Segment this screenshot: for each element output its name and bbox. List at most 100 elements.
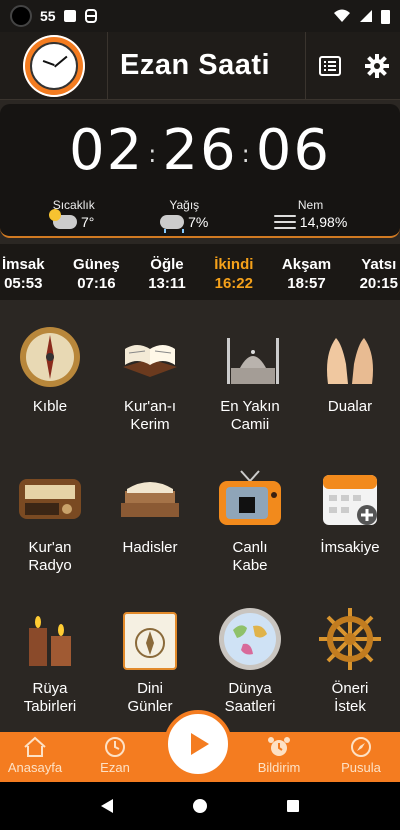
prayer-name: Akşam (281, 256, 332, 273)
tile-canli-kabe[interactable]: Canlı Kabe (200, 445, 300, 586)
tile-label: Canlı Kabe (232, 539, 268, 574)
prayer-name: Öğle (150, 256, 184, 273)
nav-bildirim[interactable]: Bildirim (244, 732, 314, 782)
world-map-icon (217, 606, 283, 672)
candles-icon (17, 606, 83, 672)
humidity: Nem 14,98% (273, 198, 348, 230)
prayer-time: 16:22 (214, 275, 253, 292)
home-icon (24, 736, 46, 757)
tile-label: Dualar (327, 398, 373, 415)
tile-kible[interactable]: Kıble (0, 304, 100, 445)
weather-row: Sıcaklık 7° Yağış 7% Nem 14,98% (0, 198, 400, 233)
app-logo (0, 31, 108, 100)
signal-icon (360, 10, 372, 22)
system-navigation-bar (0, 782, 400, 830)
play-icon (191, 733, 209, 755)
app-title: Ezan Saati (120, 49, 271, 81)
tile-camii[interactable]: En Yakın Camii (200, 304, 300, 445)
compass-icon (17, 324, 83, 390)
radio-icon (17, 465, 83, 531)
tile-hadisler[interactable]: Hadisler (100, 445, 200, 586)
clock-seconds: 06 (255, 118, 331, 183)
tile-label: Hadisler (122, 539, 178, 556)
nav-anasayfa[interactable]: Anasayfa (0, 732, 70, 782)
nav-label: Ezan (100, 760, 130, 775)
nav-pusula[interactable]: Pusula (326, 732, 396, 782)
prayer-yatsi: Yatsı 20:15 (360, 244, 398, 300)
prayer-ogle: Öğle 13:11 (148, 244, 186, 300)
prayer-times-row: İmsak 05:53 Güneş 07:16 Öğle 13:11 İkindi 16… (0, 244, 400, 300)
digital-clock: 02:26:06 (69, 118, 331, 183)
gear-icon (364, 53, 389, 78)
precipitation-value: 7% (188, 214, 209, 230)
feature-grid: Kıble Kur'an-ı Kerim En Yakın Camii Dual… (0, 304, 400, 728)
nav-label: Anasayfa (7, 760, 63, 775)
tile-imsakiye[interactable]: İmsakiye (300, 445, 400, 586)
tile-label: En Yakın Camii (220, 398, 280, 433)
temperature-value: 7° (81, 214, 95, 230)
alarm-icon (268, 737, 290, 756)
prayer-name: Yatsı (361, 256, 397, 273)
wifi-icon (334, 9, 350, 22)
clock-hours: 02 (69, 118, 145, 183)
nav-label: Pusula (341, 760, 381, 775)
prayer-name: İmsak (2, 256, 45, 273)
humidity-label: Nem (297, 198, 324, 212)
camera-cutout (10, 5, 32, 27)
tile-label: Öneri İstek (331, 680, 369, 715)
tile-label: Dini Günler (127, 680, 173, 715)
home-circle-icon[interactable] (192, 798, 208, 814)
tile-radyo[interactable]: Kur'an Radyo (0, 445, 100, 586)
prayer-aksam: Akşam 18:57 (282, 244, 331, 300)
calendar-icon (317, 465, 383, 531)
prayer-ikindi: İkindi 16:22 (214, 244, 253, 300)
compass-nav-icon (351, 737, 371, 757)
books-icon (117, 465, 183, 531)
rain-cloud-icon (160, 215, 185, 233)
status-bar: 55 (0, 0, 400, 32)
back-icon[interactable] (99, 798, 115, 814)
play-ezan-button[interactable] (164, 710, 232, 778)
praying-hands-icon (317, 324, 383, 390)
prayer-imsak: İmsak 05:53 (2, 244, 45, 300)
list-button[interactable] (306, 32, 353, 100)
prayer-name: İkindi (214, 256, 254, 273)
prayer-time: 18:57 (287, 275, 326, 292)
recents-icon[interactable] (285, 798, 301, 814)
clock-logo-icon (22, 34, 85, 97)
prayer-time: 07:16 (77, 275, 116, 292)
battery-icon (381, 9, 390, 24)
tile-kuran[interactable]: Kur'an-ı Kerim (100, 304, 200, 445)
tile-oneri-istek[interactable]: Öneri İstek (300, 586, 400, 727)
prayer-gunes: Güneş 07:16 (73, 244, 120, 300)
prayer-time: 05:53 (4, 275, 43, 292)
prayer-time: 13:11 (148, 275, 186, 292)
clock-panel: 02:26:06 Sıcaklık 7° Yağış 7% Nem 14,98% (0, 104, 400, 238)
tv-icon (217, 465, 283, 531)
status-time: 55 (40, 8, 56, 24)
prayer-name: Güneş (73, 256, 120, 273)
ornament-calendar-icon (117, 606, 183, 672)
nav-label: Bildirim (257, 760, 301, 775)
quran-icon (117, 324, 183, 390)
tile-label: Kur'an Radyo (28, 539, 72, 574)
partly-sunny-icon (49, 209, 78, 229)
mosque-icon (217, 324, 283, 390)
sync-icon (84, 9, 97, 23)
precipitation: Yağış 7% (160, 198, 209, 233)
settings-button[interactable] (353, 32, 400, 100)
tile-dualar[interactable]: Dualar (300, 304, 400, 445)
tile-label: Kıble (32, 398, 68, 415)
tile-label: İmsakiye (320, 539, 380, 556)
app-header: Ezan Saati (0, 31, 400, 100)
prayer-time: 20:15 (359, 275, 398, 292)
humidity-value: 14,98% (299, 214, 348, 230)
tile-ruya[interactable]: Rüya Tabirleri (0, 586, 100, 727)
tile-dini-gunler[interactable]: Dini Günler (100, 586, 200, 727)
temperature: Sıcaklık 7° (49, 198, 95, 230)
tile-dunya-saatleri[interactable]: Dünya Saatleri (200, 586, 300, 727)
list-icon (318, 55, 341, 76)
precipitation-label: Yağış (169, 198, 200, 212)
humidity-wave-icon (273, 215, 296, 229)
nav-ezan[interactable]: Ezan (80, 732, 150, 782)
